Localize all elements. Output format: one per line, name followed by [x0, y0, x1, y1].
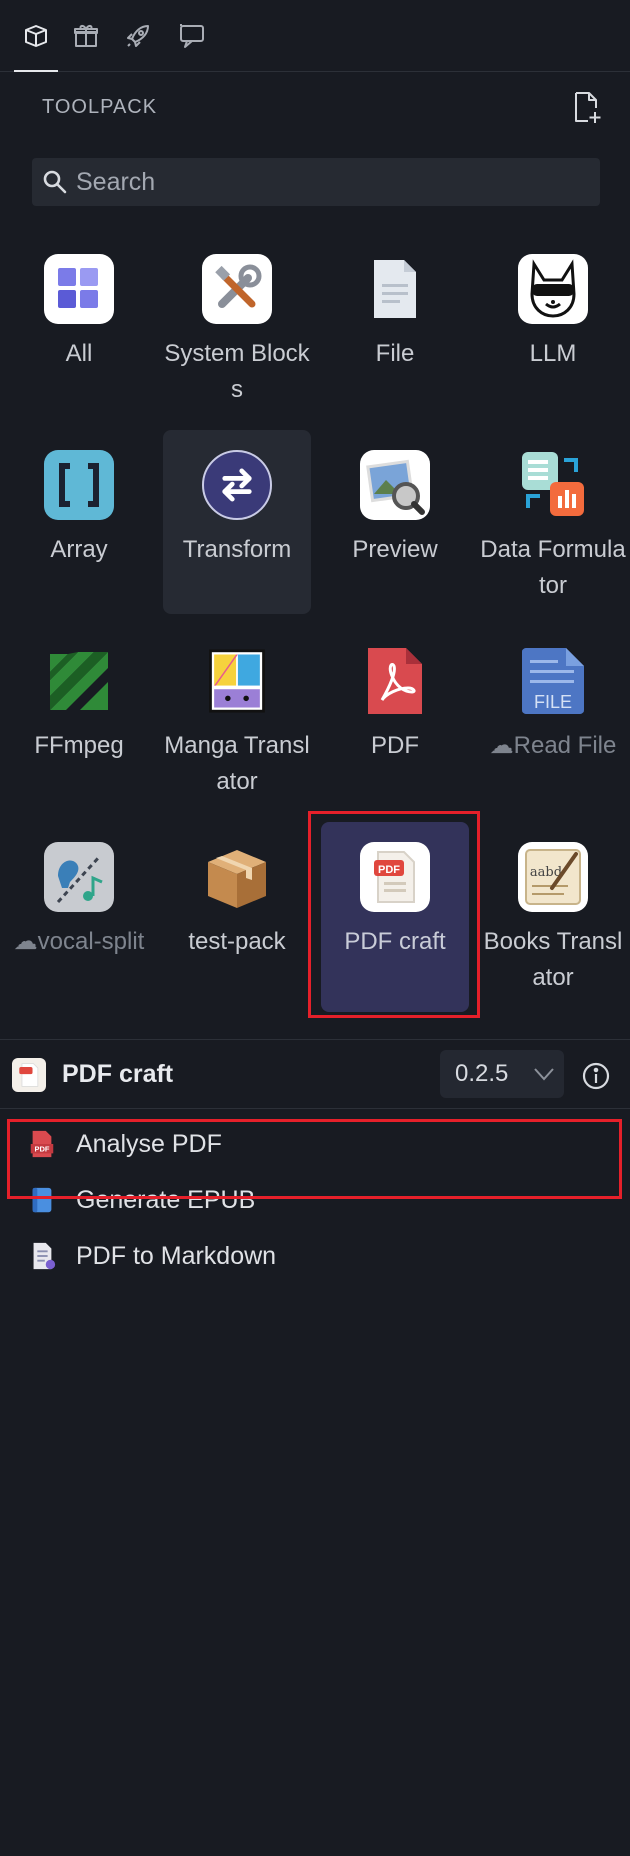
epub-book-icon — [26, 1184, 58, 1216]
pack-tile-array[interactable]: Array — [0, 430, 158, 614]
rocket-icon — [127, 25, 149, 47]
pack-label: PDF craft — [344, 928, 446, 955]
chat-icon — [180, 24, 204, 48]
gift-icon — [74, 25, 98, 47]
pack-tile-data-formulator[interactable]: Data Formulator — [474, 430, 630, 614]
markdown-doc-icon — [26, 1240, 58, 1272]
search-icon — [43, 170, 67, 194]
info-icon — [582, 1062, 610, 1090]
cloud-download-icon: ☁ — [489, 732, 514, 759]
pack-label: File — [375, 340, 415, 367]
pack-label: LLM — [529, 340, 577, 367]
data-formulator-icon — [518, 450, 588, 520]
cloud-download-icon: ☁ — [13, 928, 38, 955]
pack-tile-test-pack[interactable]: test-pack — [158, 822, 316, 1006]
version-select[interactable]: 0.2.5 — [440, 1050, 564, 1098]
manga-icon — [202, 646, 272, 716]
tools-icon — [202, 254, 272, 324]
svg-text:PDF: PDF — [378, 864, 400, 876]
pack-label: Manga Translator — [164, 732, 310, 795]
selected-pack-title: PDF craft — [62, 1060, 174, 1088]
ffmpeg-icon — [44, 646, 114, 716]
books-translator-icon: aabd — [518, 842, 588, 912]
pack-tile-preview[interactable]: Preview — [316, 430, 474, 614]
gift-tab[interactable] — [64, 14, 108, 58]
pack-label: All — [65, 340, 93, 367]
top-tab-bar — [0, 0, 630, 72]
package-box-icon — [202, 842, 272, 912]
pdf-file-icon: PDF — [26, 1128, 58, 1160]
toolpack-tab[interactable] — [14, 14, 58, 72]
block-label: PDF to Markdown — [76, 1241, 277, 1270]
pack-tile-transform[interactable]: Transform — [163, 430, 311, 614]
pack-tile-all[interactable]: All — [0, 234, 158, 418]
pack-tile-ffmpeg[interactable]: FFmpeg — [0, 626, 158, 810]
block-item-analyse-pdf[interactable]: PDF Analyse PDF — [26, 1116, 606, 1172]
pack-tile-read-file[interactable]: FILE ☁Read File — [474, 626, 630, 810]
search-box — [32, 158, 600, 206]
all-grid-icon — [44, 254, 114, 324]
block-label: Analyse PDF — [76, 1129, 222, 1158]
llm-fox-icon — [518, 254, 588, 324]
transform-icon — [202, 450, 272, 520]
pack-tile-llm[interactable]: LLM — [474, 234, 630, 418]
pack-label: PDF — [371, 732, 419, 759]
pack-tile-system-blocks[interactable]: System Blocks — [158, 234, 316, 418]
svg-text:FILE: FILE — [534, 692, 572, 712]
brackets-icon — [44, 450, 114, 520]
pack-tile-pdf-craft[interactable]: PDF PDF craft — [321, 822, 469, 1012]
preview-icon — [360, 450, 430, 520]
read-file-icon: FILE — [518, 646, 588, 716]
pack-label: ☁Read File — [489, 732, 617, 759]
pack-label: Books Translator — [483, 928, 623, 991]
pdf-icon — [360, 646, 430, 716]
selected-pack-header: PDF craft 0.2.5 — [0, 1039, 630, 1109]
pack-tile-books-translator[interactable]: aabd Books Translator — [474, 822, 630, 1006]
block-label: Generate EPUB — [76, 1185, 256, 1214]
block-item-generate-epub[interactable]: Generate EPUB — [26, 1172, 606, 1228]
toolpack-section-title: TOOLPACK — [42, 96, 158, 118]
pack-tile-file[interactable]: File — [316, 234, 474, 418]
block-item-pdf-to-markdown[interactable]: PDF to Markdown — [26, 1228, 606, 1284]
info-button[interactable] — [580, 1060, 612, 1092]
pack-label: Transform — [182, 536, 292, 563]
chat-tab[interactable] — [170, 14, 214, 58]
pack-label: Data Formulator — [480, 536, 626, 599]
pdf-craft-small-icon — [12, 1058, 46, 1092]
pack-label: Array — [50, 536, 108, 563]
file-icon — [360, 254, 430, 324]
pack-tile-vocal-split[interactable]: ☁vocal-split — [0, 822, 158, 1006]
pdf-craft-icon: PDF — [360, 842, 430, 912]
pack-label: test-pack — [188, 928, 286, 955]
chevron-down-icon — [534, 1068, 554, 1081]
pack-label: ☁vocal-split — [13, 928, 145, 955]
box-icon — [25, 25, 47, 47]
pack-label: FFmpeg — [34, 732, 124, 759]
pack-tile-manga-translator[interactable]: Manga Translator — [158, 626, 316, 810]
new-file-button[interactable] — [570, 90, 604, 124]
rocket-tab[interactable] — [116, 14, 160, 58]
pack-label: Preview — [352, 536, 438, 563]
search-input[interactable] — [76, 167, 576, 197]
pack-label: System Blocks — [164, 340, 310, 403]
vocal-split-icon — [44, 842, 114, 912]
new-file-icon — [575, 92, 601, 123]
pack-tile-pdf[interactable]: PDF — [316, 626, 474, 810]
svg-text:PDF: PDF — [35, 1145, 50, 1154]
version-value: 0.2.5 — [455, 1060, 509, 1087]
